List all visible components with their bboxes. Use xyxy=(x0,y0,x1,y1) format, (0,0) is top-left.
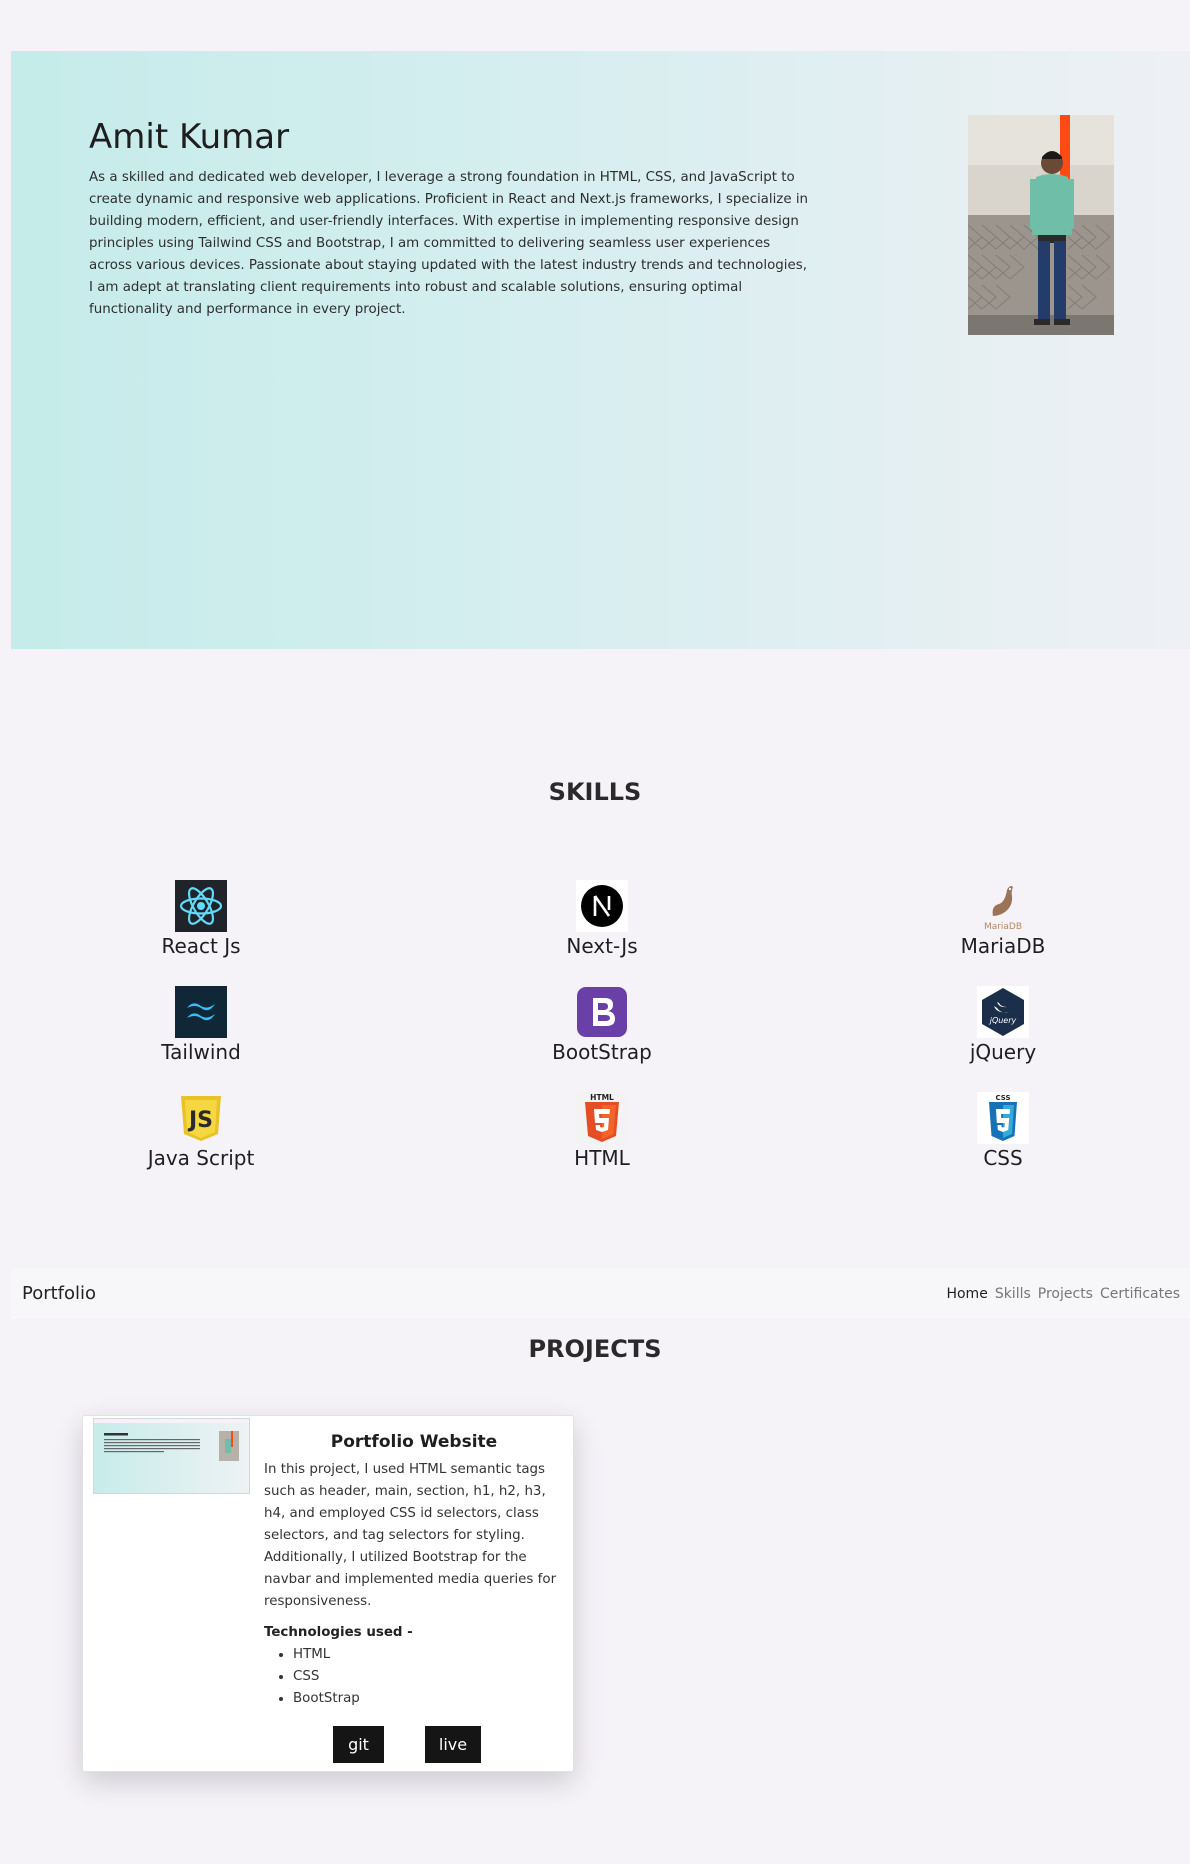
svg-text:JS: JS xyxy=(187,1108,213,1133)
react-icon xyxy=(175,880,227,932)
tailwind-icon xyxy=(175,986,227,1038)
svg-text:CSS: CSS xyxy=(995,1094,1010,1102)
skill-label: Java Script xyxy=(147,1146,255,1170)
html5-icon: HTML xyxy=(576,1092,628,1144)
skill-javascript: JS Java Script xyxy=(91,1092,311,1170)
git-button[interactable]: git xyxy=(333,1726,384,1763)
tech-item: CSS xyxy=(293,1666,564,1688)
nav-link-certificates[interactable]: Certificates xyxy=(1100,1286,1180,1302)
hero-section: Amit Kumar As a skilled and dedicated we… xyxy=(11,51,1190,649)
skill-label: React Js xyxy=(161,934,241,958)
projects-title: PROJECTS xyxy=(528,1335,662,1363)
skill-label: HTML xyxy=(574,1146,630,1170)
svg-text:MariaDB: MariaDB xyxy=(984,922,1022,932)
svg-text:jQuery: jQuery xyxy=(989,1016,1017,1025)
skills-title: SKILLS xyxy=(548,778,642,806)
skill-mariadb: MariaDB MariaDB xyxy=(893,880,1113,958)
project-thumbnail xyxy=(93,1418,250,1494)
skill-jquery: jQuery jQuery xyxy=(893,986,1113,1064)
nav-link-projects[interactable]: Projects xyxy=(1038,1286,1093,1302)
hero-bio: As a skilled and dedicated web developer… xyxy=(89,170,809,317)
mariadb-icon: MariaDB xyxy=(984,886,1022,932)
skill-bootstrap: BootStrap xyxy=(492,986,712,1064)
project-card: Portfolio Website In this project, I use… xyxy=(82,1415,574,1772)
skill-html: HTML HTML xyxy=(492,1092,712,1170)
javascript-icon: JS xyxy=(181,1096,221,1141)
skill-react: React Js xyxy=(91,880,311,958)
project-card-body: Portfolio Website In this project, I use… xyxy=(264,1432,564,1710)
css3-icon: CSS xyxy=(977,1092,1029,1144)
live-button[interactable]: live xyxy=(425,1726,481,1763)
tech-list: HTML CSS BootStrap xyxy=(264,1644,564,1710)
profile-photo xyxy=(968,115,1114,335)
skill-nextjs: Next-Js xyxy=(492,880,712,958)
skill-label: MariaDB xyxy=(960,934,1046,958)
skill-tailwind: Tailwind xyxy=(91,986,311,1064)
tech-item: BootStrap xyxy=(293,1688,564,1710)
nextjs-icon xyxy=(576,880,628,932)
project-title: Portfolio Website xyxy=(330,1432,498,1452)
skill-label: BootStrap xyxy=(552,1040,652,1064)
navbar: Portfolio Home Skills Projects Certifica… xyxy=(11,1269,1190,1319)
skill-label: jQuery xyxy=(969,1040,1037,1064)
nav-link-home[interactable]: Home xyxy=(946,1286,987,1302)
skill-label: Next-Js xyxy=(566,934,638,958)
skill-css: CSS CSS xyxy=(893,1092,1113,1170)
jquery-icon: jQuery xyxy=(977,986,1029,1038)
skill-label: Tailwind xyxy=(161,1040,241,1064)
nav-link-skills[interactable]: Skills xyxy=(995,1286,1031,1302)
tech-item: HTML xyxy=(293,1644,564,1666)
navbar-brand[interactable]: Portfolio xyxy=(22,1283,96,1304)
tech-heading: Technologies used - xyxy=(264,1625,413,1640)
skill-label: CSS xyxy=(983,1146,1023,1170)
project-description: In this project, I used HTML semantic ta… xyxy=(264,1462,557,1609)
hero-name: Amit Kumar xyxy=(89,117,290,157)
bootstrap-icon xyxy=(577,987,627,1037)
svg-text:HTML: HTML xyxy=(590,1093,614,1102)
nav-links: Home Skills Projects Certificates xyxy=(946,1286,1180,1302)
